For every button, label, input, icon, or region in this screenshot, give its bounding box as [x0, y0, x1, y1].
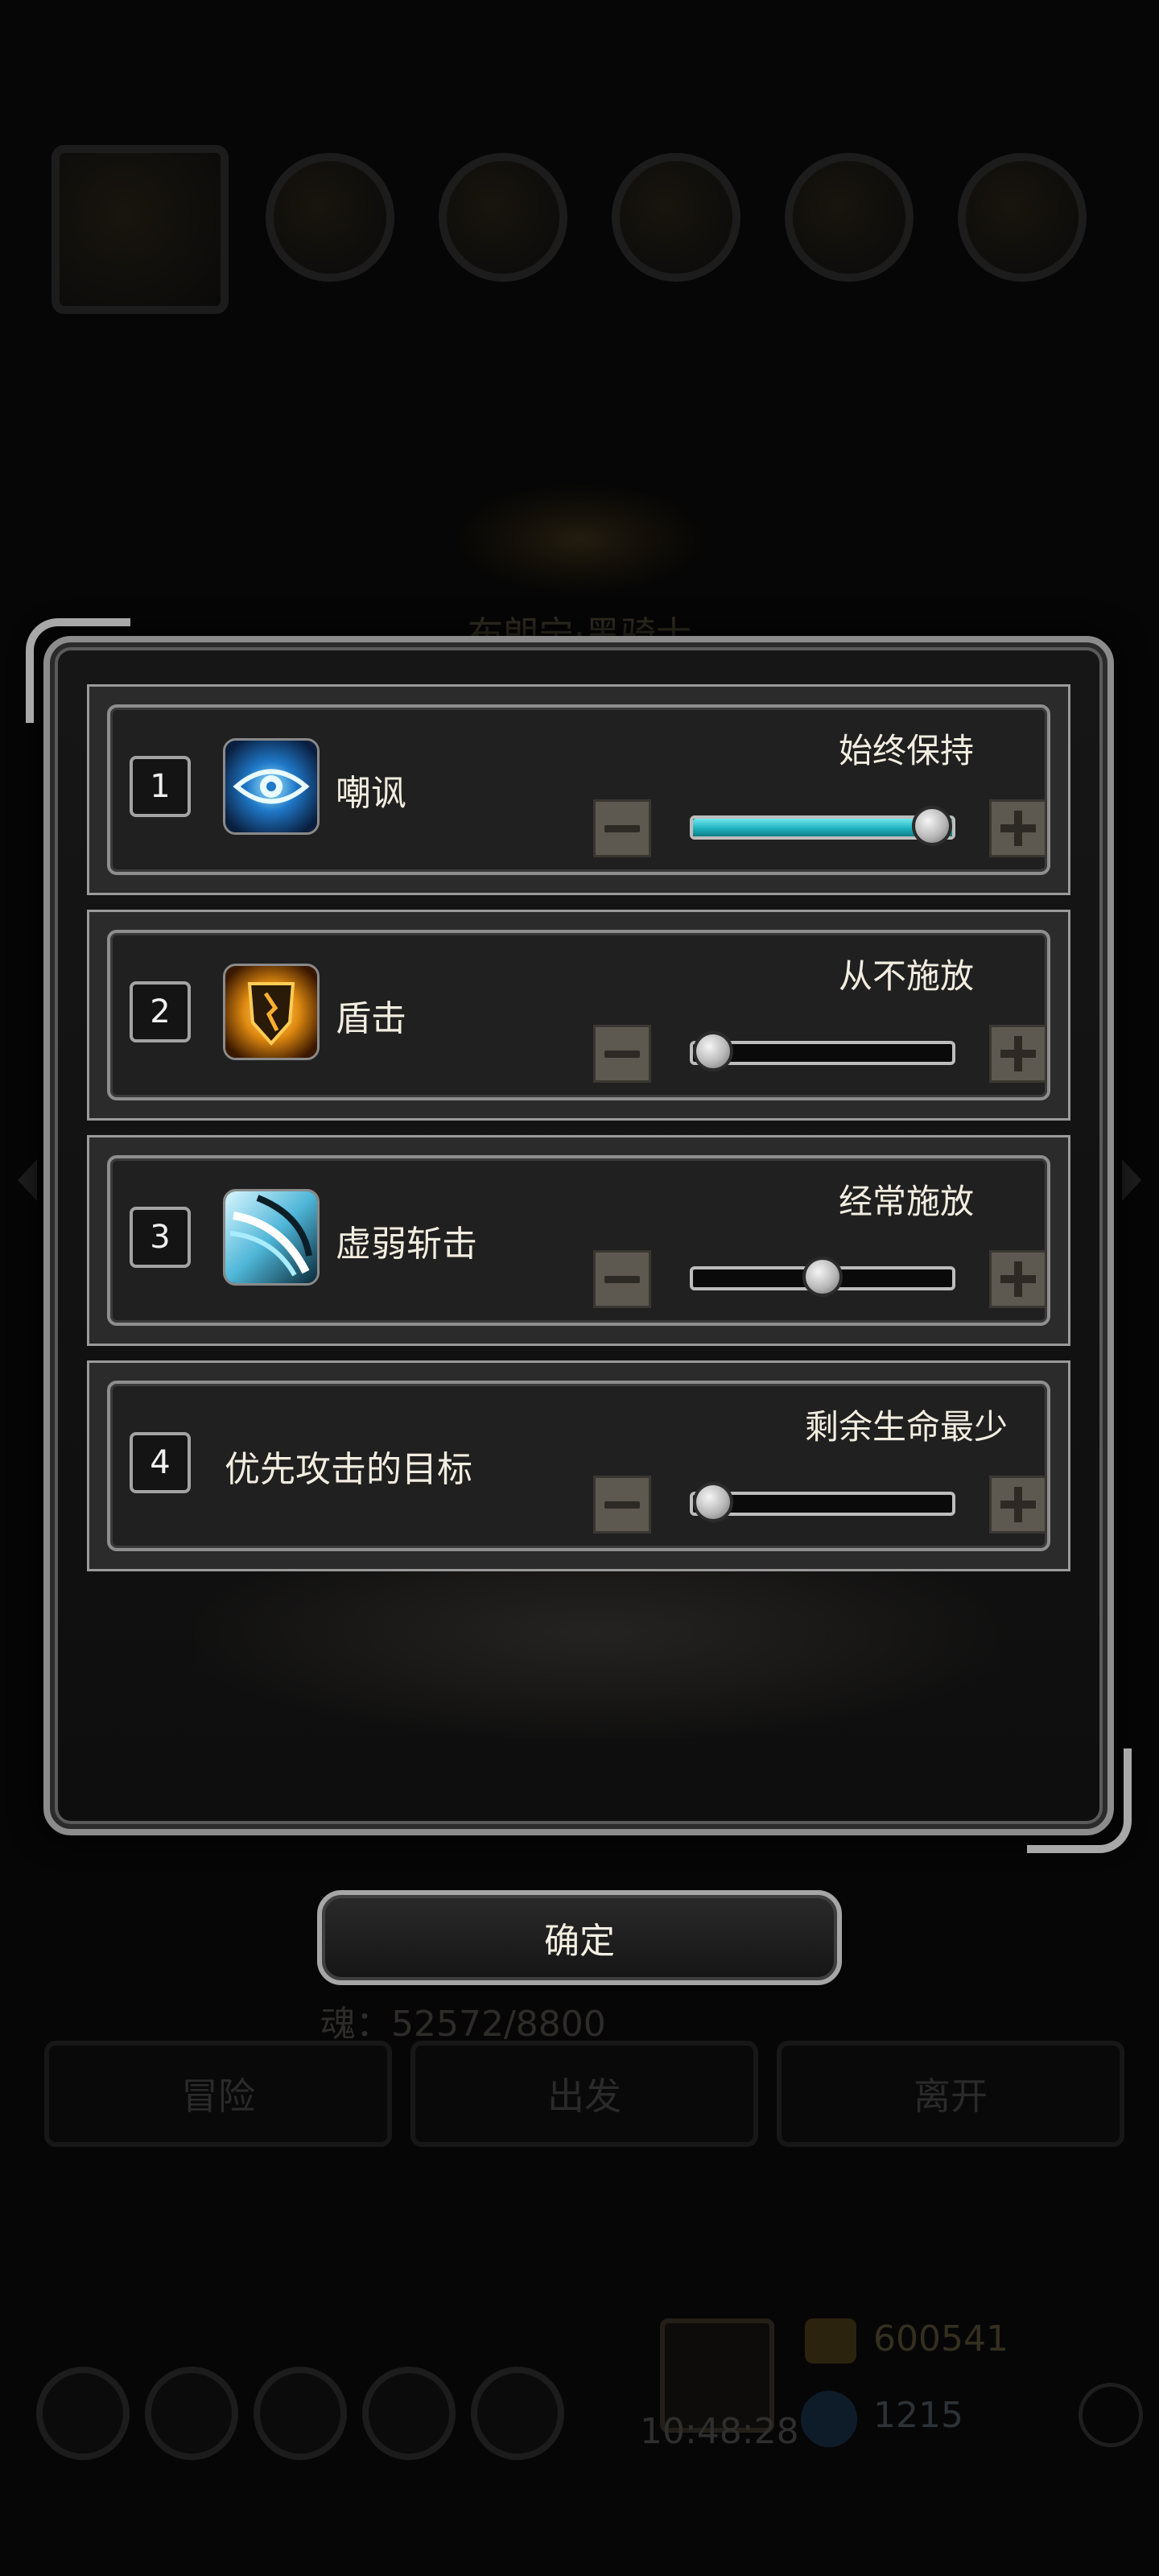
increase-button[interactable]	[989, 1476, 1047, 1534]
slash-icon	[223, 1189, 320, 1286]
tab-adventure: 冒险	[44, 2041, 392, 2147]
target-priority-row: 4 优先攻击的目标 剩余生命最少	[87, 1360, 1070, 1571]
skill-index-badge: 4	[130, 1432, 191, 1493]
skill-row-weakening-slash: 3 虚弱斩击 经常施放	[87, 1135, 1070, 1346]
shield-icon	[223, 964, 320, 1060]
cast-setting-label: 从不施放	[838, 956, 974, 996]
add-currency-icon	[1079, 2383, 1143, 2447]
decrease-button[interactable]	[593, 1476, 651, 1534]
skill-index-badge: 2	[130, 981, 191, 1042]
gold-amount: 600541	[873, 2318, 1008, 2359]
skill-name: 虚弱斩击	[336, 1224, 477, 1265]
hero-slot-icon	[612, 153, 740, 282]
crest-ornament-icon	[451, 483, 708, 596]
prev-arrow-icon	[18, 1159, 37, 1201]
slider-knob[interactable]	[802, 1257, 843, 1297]
cast-frequency-slider[interactable]	[690, 1031, 955, 1071]
eye-icon	[223, 738, 320, 835]
next-arrow-icon	[1122, 1159, 1141, 1201]
hero-slot-icon	[958, 153, 1087, 282]
minus-icon	[604, 824, 640, 832]
slider-knob[interactable]	[693, 1031, 733, 1071]
clock-time: 10:48:28	[640, 2411, 799, 2452]
plus-icon	[1000, 811, 1036, 846]
gem-amount: 1215	[873, 2395, 963, 2436]
skill-name: 盾击	[336, 998, 406, 1039]
skill-index-badge: 3	[130, 1207, 191, 1268]
hero-slot-icon	[785, 153, 914, 282]
increase-button[interactable]	[989, 1025, 1047, 1083]
cast-frequency-slider[interactable]	[690, 806, 955, 846]
menu-icon	[36, 2367, 130, 2460]
hero-slot-icon	[266, 153, 394, 282]
cast-setting-label: 始终保持	[838, 731, 974, 770]
hero-slot-icon	[439, 153, 567, 282]
slider-knob[interactable]	[693, 1482, 733, 1522]
plus-icon	[1000, 1487, 1036, 1522]
menu-icon	[145, 2367, 238, 2460]
skill-row-taunt: 1 嘲讽 始终保持	[87, 684, 1070, 895]
plus-icon	[1000, 1261, 1036, 1297]
target-setting-label: 剩余生命最少	[804, 1407, 1008, 1447]
decrease-button[interactable]	[593, 1025, 651, 1083]
minus-icon	[604, 1050, 640, 1058]
skill-name: 嘲讽	[336, 773, 406, 814]
target-priority-name: 优先攻击的目标	[225, 1449, 472, 1490]
decrease-button[interactable]	[593, 1250, 651, 1308]
gold-coin-icon	[805, 2318, 856, 2363]
decrease-button[interactable]	[593, 799, 651, 857]
increase-button[interactable]	[989, 1250, 1047, 1308]
hero-portrait-icon	[52, 145, 229, 314]
plus-icon	[1000, 1036, 1036, 1071]
increase-button[interactable]	[989, 799, 1047, 857]
minus-icon	[604, 1501, 640, 1509]
confirm-button[interactable]: 确定	[317, 1890, 842, 1985]
menu-icon	[362, 2367, 456, 2460]
tab-leave: 离开	[777, 2041, 1124, 2147]
soul-counter: 魂：52572/8800	[320, 2004, 606, 2045]
tab-depart: 出发	[410, 2041, 758, 2147]
cast-setting-label: 经常施放	[838, 1182, 974, 1221]
slider-knob[interactable]	[912, 806, 952, 846]
gem-icon	[801, 2391, 857, 2447]
skill-row-shield-bash: 2 盾击 从不施放	[87, 910, 1070, 1121]
skill-index-badge: 1	[130, 756, 191, 817]
minus-icon	[604, 1275, 640, 1283]
cast-frequency-slider[interactable]	[690, 1257, 955, 1297]
menu-icon	[254, 2367, 347, 2460]
target-priority-slider[interactable]	[690, 1482, 955, 1522]
menu-icon	[471, 2367, 564, 2460]
